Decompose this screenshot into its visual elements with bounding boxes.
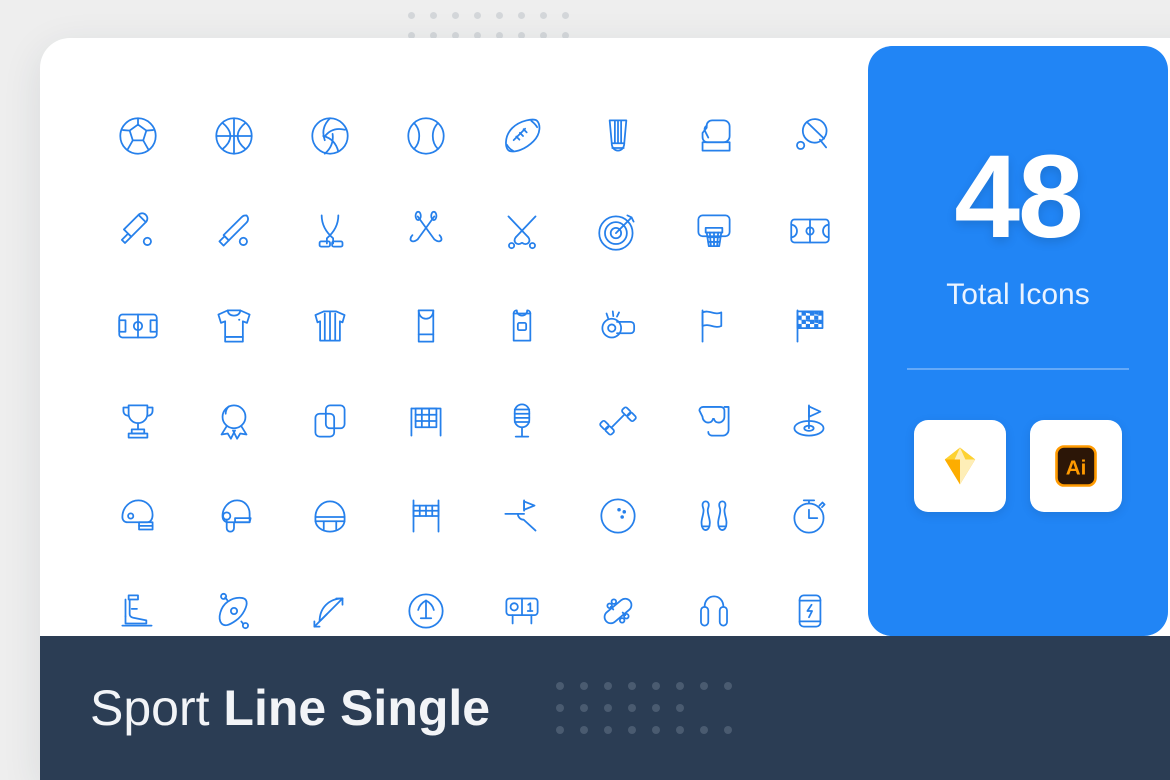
decor-dot <box>628 704 637 712</box>
decor-dot <box>700 704 708 712</box>
decor-dot <box>652 704 661 712</box>
tennis-ball-icon[interactable] <box>378 88 474 183</box>
decor-dot <box>407 12 415 19</box>
decor-dot <box>539 12 547 19</box>
sports-helmet-icon[interactable] <box>282 468 378 563</box>
decor-dot <box>604 704 613 712</box>
trophy-icon[interactable] <box>90 373 186 468</box>
decor-dot <box>676 726 685 734</box>
checkered-flag-icon[interactable] <box>762 278 858 373</box>
decor-dot <box>580 726 589 734</box>
ping-pong-paddle-icon[interactable] <box>762 88 858 183</box>
page-title: Sport Line Single <box>90 679 490 737</box>
showcase-card: 48 Total Icons Ai Sport Line Single <box>40 38 1170 780</box>
medal-icon[interactable] <box>186 373 282 468</box>
title-light: Sport <box>90 680 224 736</box>
decor-dot <box>580 704 589 712</box>
decor-dot <box>724 704 732 712</box>
volleyball-net-icon[interactable] <box>378 468 474 563</box>
format-list: Ai <box>914 420 1122 512</box>
baseball-helmet-icon[interactable] <box>186 468 282 563</box>
golf-clubs-icon[interactable] <box>378 183 474 278</box>
decor-dot <box>604 726 613 734</box>
dartboard-icon[interactable] <box>570 183 666 278</box>
decor-dot <box>700 726 709 734</box>
flag-icon[interactable] <box>666 278 762 373</box>
basketball-icon[interactable] <box>186 88 282 183</box>
football-icon[interactable] <box>474 88 570 183</box>
decor-dot <box>556 704 565 712</box>
stats-panel: 48 Total Icons Ai <box>868 46 1168 636</box>
goal-net-icon[interactable] <box>378 373 474 468</box>
dumbbell-icon[interactable] <box>570 373 666 468</box>
soccer-ball-icon[interactable] <box>90 88 186 183</box>
shuttlecock-icon[interactable] <box>570 88 666 183</box>
penalty-cards-icon[interactable] <box>282 373 378 468</box>
numbered-bib-icon[interactable] <box>474 278 570 373</box>
stopwatch-icon[interactable] <box>762 468 858 563</box>
svg-text:Ai: Ai <box>1066 457 1087 480</box>
football-helmet-icon[interactable] <box>90 468 186 563</box>
decor-dot <box>700 682 709 690</box>
basketball-hoop-icon[interactable] <box>666 183 762 278</box>
tank-top-icon[interactable] <box>378 278 474 373</box>
decor-dot <box>473 12 481 19</box>
sketch-logo-icon <box>934 440 986 492</box>
decor-dot <box>451 12 459 19</box>
decor-dot <box>628 726 637 734</box>
whistle-icon[interactable] <box>570 278 666 373</box>
illustrator-logo-icon: Ai <box>1050 440 1102 492</box>
microphone-icon[interactable] <box>474 373 570 468</box>
icon-grid <box>40 38 868 636</box>
referee-shirt-icon[interactable] <box>282 278 378 373</box>
snorkel-mask-icon[interactable] <box>666 373 762 468</box>
decor-dot <box>724 682 733 690</box>
jersey-icon[interactable] <box>186 278 282 373</box>
soccer-field-icon[interactable] <box>90 278 186 373</box>
bowling-ball-icon[interactable] <box>570 468 666 563</box>
title-bold: Line Single <box>223 680 491 736</box>
decor-dot <box>628 682 637 690</box>
illustrator-format-tile[interactable]: Ai <box>1030 420 1122 512</box>
boxing-glove-icon[interactable] <box>666 88 762 183</box>
title-banner: Sport Line Single <box>40 636 1170 780</box>
golf-green-flag-icon[interactable] <box>474 468 570 563</box>
decor-dot <box>652 682 661 690</box>
decor-dot <box>517 12 525 19</box>
decor-dot <box>604 682 613 690</box>
total-icons-label: Total Icons <box>946 278 1090 311</box>
decor-dot <box>429 12 437 19</box>
total-icons-count: 48 <box>954 131 1083 263</box>
decor-dot <box>652 726 661 734</box>
volleyball-icon[interactable] <box>282 88 378 183</box>
decor-dot <box>556 682 565 690</box>
decor-dot <box>724 726 733 734</box>
decor-dot <box>561 12 569 19</box>
decor-dot <box>556 726 565 734</box>
baseball-bat-icon[interactable] <box>186 183 282 278</box>
card-body: 48 Total Icons Ai <box>40 38 1170 636</box>
sketch-format-tile[interactable] <box>914 420 1006 512</box>
decor-dot <box>495 12 503 19</box>
decor-dot <box>676 682 685 690</box>
panel-divider <box>907 368 1129 370</box>
fencing-swords-icon[interactable] <box>474 183 570 278</box>
decor-dot <box>676 704 685 712</box>
banner-dot-decoration <box>548 675 740 741</box>
decor-dot <box>580 682 589 690</box>
bowling-pins-icon[interactable] <box>666 468 762 563</box>
basketball-court-icon[interactable] <box>762 183 858 278</box>
hockey-sticks-icon[interactable] <box>282 183 378 278</box>
golf-hole-flag-icon[interactable] <box>762 373 858 468</box>
cricket-bat-icon[interactable] <box>90 183 186 278</box>
